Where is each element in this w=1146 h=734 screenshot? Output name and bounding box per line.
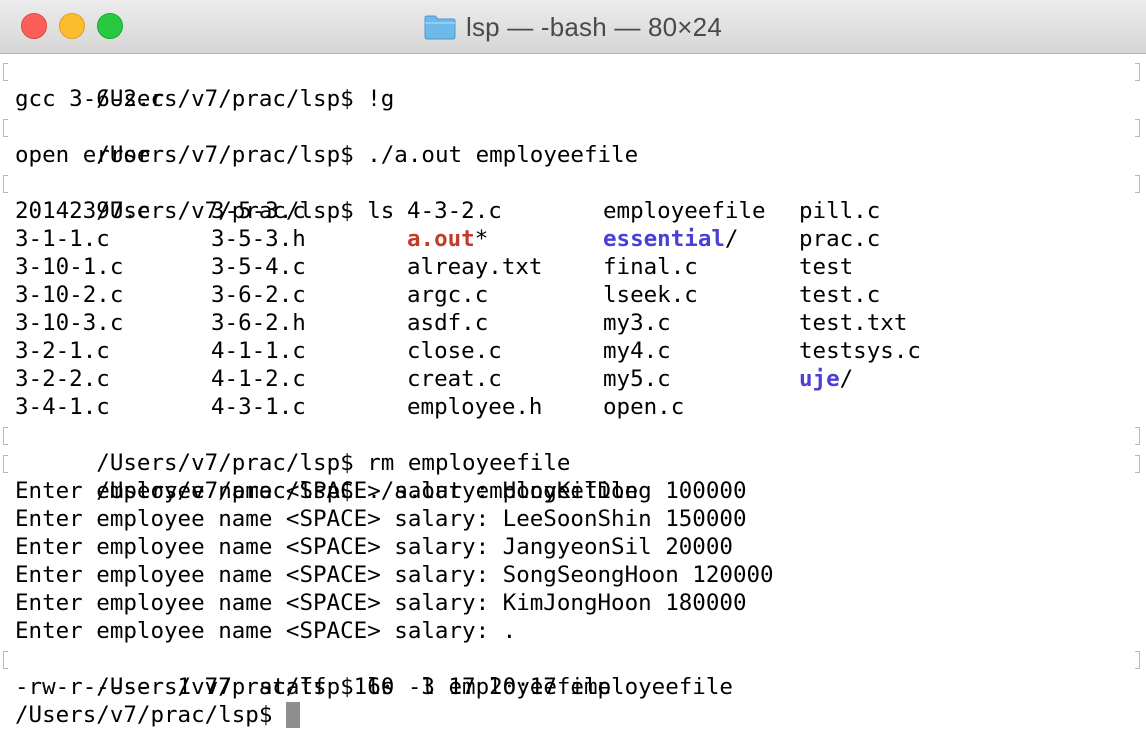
line-mark-left — [3, 651, 8, 669]
line-mark-left — [3, 63, 8, 81]
executable-name: a.out — [407, 226, 475, 252]
text-cursor — [285, 702, 300, 728]
line-mark-left — [3, 427, 8, 445]
terminal-line: /Users/v7/prac/lsp$ rm employeefile — [0, 421, 1146, 476]
ls-entry: my3.c — [603, 310, 671, 336]
terminal-line: open error — [0, 141, 1146, 169]
executable-suffix: * — [474, 226, 489, 252]
ls-entry: employee.h — [407, 394, 543, 420]
ls-row: 3-10-1.c 3-5-4.c alreay.txt final.c test — [0, 253, 1146, 281]
ls-entry: 4-3-1.c — [211, 394, 306, 420]
ls-entry: 3-6-2.c — [211, 282, 306, 308]
ls-entry: argc.c — [407, 282, 489, 308]
terminal-line: -rw-r----- 1 v7 staff 160 3 17 20:17 emp… — [0, 673, 1146, 701]
ls-entry: test.txt — [799, 310, 908, 336]
terminal-line[interactable]: /Users/v7/prac/lsp$ — [0, 701, 1146, 729]
ls-row: 3-2-1.c 4-1-1.c close.c my4.c testsys.c — [0, 337, 1146, 365]
terminal-output[interactable]: /Users/v7/prac/lsp$ !g gcc 3-6-2.c /User… — [0, 54, 1146, 734]
ls-entry: 3-4-1.c — [15, 394, 110, 420]
terminal-line: /Users/v7/prac/lsp$ ./a.out employeefile — [0, 449, 1146, 504]
terminal-line: /Users/v7/prac/lsp$ ls -l employeefile — [0, 645, 1146, 700]
ls-entry: final.c — [603, 254, 698, 280]
ls-row: 3-10-2.c 3-6-2.c argc.c lseek.c test.c — [0, 281, 1146, 309]
ls-entry: 4-3-2.c — [407, 198, 502, 224]
terminal-line: /Users/v7/prac/lsp$ ls — [0, 169, 1146, 224]
ls-row: 3-4-1.c 4-3-1.c employee.h open.c — [0, 393, 1146, 421]
ls-entry: 3-6-2.h — [211, 310, 306, 336]
ls-entry: lseek.c — [603, 282, 698, 308]
ls-entry: my4.c — [603, 338, 671, 364]
ls-entry: asdf.c — [407, 310, 489, 336]
ls-entry: test.c — [799, 282, 881, 308]
ls-entry-directory: essential/ — [603, 225, 799, 253]
ls-entry: 3-10-3.c — [15, 310, 124, 336]
terminal-line: Enter employee name <SPACE> salary: Song… — [0, 561, 1146, 589]
terminal-line: Enter employee name <SPACE> salary: Jang… — [0, 533, 1146, 561]
output-text: Enter employee name <SPACE> salary: Jang… — [15, 534, 733, 560]
line-mark-right — [1135, 427, 1140, 445]
terminal-line: /Users/v7/prac/lsp$ ./a.out employeefile — [0, 113, 1146, 168]
title-bar[interactable]: lsp — -bash — 80×24 — [0, 0, 1146, 54]
terminal-line: Enter employee name <SPACE> salary: KimJ… — [0, 589, 1146, 617]
ls-row: 3-1-1.c 3-5-3.h a.out* essential/ prac.c — [0, 225, 1146, 253]
ls-entry: open.c — [603, 394, 685, 420]
ls-entry: 3-2-2.c — [15, 366, 110, 392]
terminal-line: Enter employee name <SPACE> salary: LeeS… — [0, 505, 1146, 533]
ls-entry: testsys.c — [799, 338, 921, 364]
line-mark-left — [3, 175, 8, 193]
ls-entry: 3-10-1.c — [15, 254, 124, 280]
ls-entry: alreay.txt — [407, 254, 543, 280]
directory-suffix: / — [724, 226, 739, 252]
ls-row: 20142397.c 3-5-3.c 4-3-2.c employeefile … — [0, 197, 1146, 225]
ls-entry: creat.c — [407, 366, 502, 392]
ls-entry: test — [799, 254, 854, 280]
ls-entry: 3-5-3.h — [211, 226, 306, 252]
ls-entry: 3-5-4.c — [211, 254, 306, 280]
folder-icon — [424, 14, 456, 40]
line-mark-right — [1135, 63, 1140, 81]
directory-name: essential — [603, 226, 725, 252]
ls-entry: pill.c — [799, 198, 881, 224]
directory-name: uje — [799, 366, 840, 392]
line-mark-right — [1135, 175, 1140, 193]
ls-entry: 4-1-2.c — [211, 366, 306, 392]
ls-row: 3-2-2.c 4-1-2.c creat.c my5.c uje/ — [0, 365, 1146, 393]
ls-entry: employeefile — [603, 198, 766, 224]
line-mark-right — [1135, 651, 1140, 669]
ls-entry: prac.c — [799, 226, 881, 252]
ls-entry: 3-5-3.c — [211, 198, 306, 224]
line-mark-right — [1135, 455, 1140, 473]
line-mark-right — [1135, 119, 1140, 137]
terminal-line: gcc 3-6-2.c — [0, 85, 1146, 113]
directory-suffix: / — [839, 366, 854, 392]
prompt: /Users/v7/prac/lsp$ — [15, 702, 273, 728]
terminal-line: /Users/v7/prac/lsp$ !g — [0, 57, 1146, 112]
output-text: Enter employee name <SPACE> salary: . — [15, 618, 517, 644]
output-text: Enter employee name <SPACE> salary: KimJ… — [15, 590, 747, 616]
ls-entry: 3-10-2.c — [15, 282, 124, 308]
ls-entry: 3-2-1.c — [15, 338, 110, 364]
ls-entry: 4-1-1.c — [211, 338, 306, 364]
output-text: Enter employee name <SPACE> salary: Hong… — [15, 478, 747, 504]
terminal-line: Enter employee name <SPACE> salary: Hong… — [0, 477, 1146, 505]
output-text: Enter employee name <SPACE> salary: Song… — [15, 562, 774, 588]
command — [272, 702, 286, 728]
line-mark-left — [3, 119, 8, 137]
ls-entry-executable: a.out* — [407, 225, 603, 253]
ls-entry: 20142397.c — [15, 198, 151, 224]
output-text: -rw-r----- 1 v7 staff 160 3 17 20:17 emp… — [15, 674, 733, 700]
output-text: open error — [15, 142, 151, 168]
ls-entry: close.c — [407, 338, 502, 364]
output-text: gcc 3-6-2.c — [15, 86, 165, 112]
ls-entry-directory: uje/ — [799, 365, 995, 393]
window-title: lsp — -bash — 80×24 — [466, 11, 722, 42]
ls-entry: my5.c — [603, 366, 671, 392]
title-area: lsp — -bash — 80×24 — [0, 0, 1146, 54]
ls-row: 3-10-3.c 3-6-2.h asdf.c my3.c test.txt — [0, 309, 1146, 337]
line-mark-left — [3, 455, 8, 473]
ls-entry: 3-1-1.c — [15, 226, 110, 252]
terminal-line: Enter employee name <SPACE> salary: . — [0, 617, 1146, 645]
terminal-window: lsp — -bash — 80×24 /Users/v7/prac/lsp$ … — [0, 0, 1146, 734]
output-text: Enter employee name <SPACE> salary: LeeS… — [15, 506, 747, 532]
